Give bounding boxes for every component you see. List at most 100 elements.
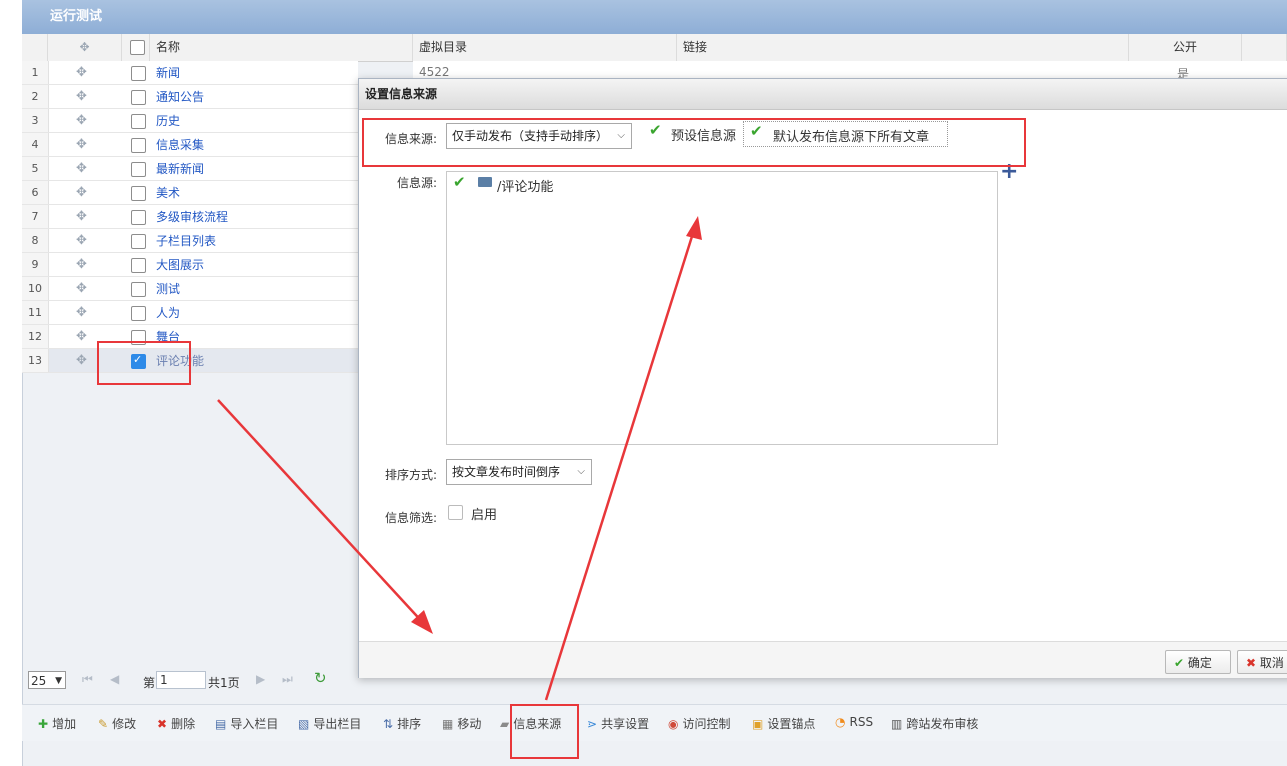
- move-button[interactable]: ▦ 移动: [442, 715, 481, 732]
- column-vdir[interactable]: 虚拟目录: [413, 34, 677, 61]
- delete-icon: ✖: [157, 717, 168, 731]
- rss-icon: ◔: [835, 715, 846, 729]
- dialog-footer: ✔ 确定 ✖ 取消: [359, 641, 1287, 678]
- drag-handle-icon[interactable]: ✥: [76, 353, 87, 368]
- sort-select[interactable]: 按文章发布时间倒序 ⌵: [446, 459, 592, 485]
- row-name-link[interactable]: 通知公告: [156, 85, 204, 109]
- rss-button[interactable]: ◔ RSS: [835, 715, 873, 729]
- table-row[interactable]: 6 ✥ 美术: [22, 181, 358, 205]
- access-control-button[interactable]: ◉ 访问控制: [668, 715, 731, 732]
- add-button[interactable]: ✚ 增加: [38, 715, 76, 732]
- row-name-link[interactable]: 新闻: [156, 61, 180, 85]
- row-name-link[interactable]: 美术: [156, 181, 180, 205]
- row-number: 9: [22, 253, 49, 276]
- drag-handle-icon[interactable]: ✥: [76, 89, 87, 104]
- dialog-title: 设置信息来源: [365, 87, 438, 101]
- sort-label: 排序: [397, 717, 422, 731]
- drag-handle-icon[interactable]: ✥: [76, 113, 87, 128]
- row-name-link[interactable]: 历史: [156, 109, 180, 133]
- row-name-link[interactable]: 人为: [156, 301, 180, 325]
- drag-handle-icon[interactable]: ✥: [76, 161, 87, 176]
- table-row[interactable]: 9 ✥ 大图展示: [22, 253, 358, 277]
- first-page-icon[interactable]: ⏮: [82, 672, 93, 687]
- delete-label: 删除: [171, 717, 196, 731]
- drag-header-icon: ✥: [48, 34, 122, 61]
- tree-item-checkbox[interactable]: ✔: [453, 173, 466, 191]
- drag-handle-icon[interactable]: ✥: [76, 137, 87, 152]
- row-checkbox[interactable]: [131, 186, 146, 201]
- drag-handle-icon[interactable]: ✥: [76, 329, 87, 344]
- row-checkbox[interactable]: [131, 306, 146, 321]
- tree-item-label[interactable]: /评论功能: [497, 176, 553, 195]
- edit-label: 修改: [112, 717, 137, 731]
- prev-page-icon[interactable]: ◀: [110, 672, 119, 686]
- row-name-link[interactable]: 多级审核流程: [156, 205, 228, 229]
- table-row[interactable]: 4 ✥ 信息采集: [22, 133, 358, 157]
- table-row[interactable]: 7 ✥ 多级审核流程: [22, 205, 358, 229]
- table-row[interactable]: 3 ✥ 历史: [22, 109, 358, 133]
- row-checkbox[interactable]: [131, 66, 146, 81]
- source-label: 信息源:: [396, 176, 437, 190]
- row-number: 2: [22, 85, 49, 108]
- column-name[interactable]: 名称: [150, 34, 413, 61]
- row-name-link[interactable]: 最新新闻: [156, 157, 204, 181]
- dialog-title-bar[interactable]: 设置信息来源: [359, 79, 1287, 110]
- row-1-vdir: 4522: [419, 65, 450, 79]
- column-link[interactable]: 链接: [677, 34, 1129, 61]
- drag-handle-icon[interactable]: ✥: [76, 65, 87, 80]
- annotation-box-source-options: [362, 118, 1026, 167]
- page-number-input[interactable]: 1: [156, 671, 206, 689]
- row-checkbox[interactable]: [131, 282, 146, 297]
- table-row[interactable]: 11 ✥ 人为: [22, 301, 358, 325]
- table-row[interactable]: 2 ✥ 通知公告: [22, 85, 358, 109]
- sort-button[interactable]: ⇅ 排序: [383, 715, 421, 732]
- row-checkbox[interactable]: [131, 90, 146, 105]
- delete-button[interactable]: ✖ 删除: [157, 715, 195, 732]
- table-row[interactable]: 5 ✥ 最新新闻: [22, 157, 358, 181]
- drag-handle-icon[interactable]: ✥: [76, 305, 87, 320]
- grid-header: ✥ 名称 虚拟目录 链接 公开: [22, 34, 1287, 62]
- ok-label: 确定: [1187, 656, 1212, 670]
- drag-handle-icon[interactable]: ✥: [76, 209, 87, 224]
- row-name-link[interactable]: 大图展示: [156, 253, 204, 277]
- drag-handle-icon[interactable]: ✥: [76, 185, 87, 200]
- row-checkbox[interactable]: [131, 162, 146, 177]
- page-size-value: 25: [31, 674, 47, 688]
- cancel-button[interactable]: ✖ 取消: [1237, 650, 1287, 674]
- column-extra[interactable]: [1242, 34, 1287, 61]
- drag-handle-icon[interactable]: ✥: [76, 257, 87, 272]
- row-checkbox[interactable]: [131, 234, 146, 249]
- select-all-checkbox[interactable]: [130, 40, 145, 55]
- row-number: 11: [22, 301, 49, 324]
- cross-site-review-button[interactable]: ▥ 跨站发布审核: [891, 715, 978, 732]
- drag-handle-icon[interactable]: ✥: [76, 281, 87, 296]
- table-row[interactable]: 1 ✥ 新闻: [22, 61, 358, 85]
- edit-button[interactable]: ✎ 修改: [98, 715, 136, 732]
- row-number: 10: [22, 277, 49, 300]
- set-anchor-button[interactable]: ▣ 设置锚点: [752, 715, 815, 732]
- refresh-icon[interactable]: ↻: [314, 669, 327, 687]
- table-row[interactable]: 8 ✥ 子栏目列表: [22, 229, 358, 253]
- last-page-icon[interactable]: ⏭: [282, 672, 293, 687]
- table-row[interactable]: 10 ✥ 测试: [22, 277, 358, 301]
- column-public[interactable]: 公开: [1129, 34, 1242, 61]
- drag-handle-icon[interactable]: ✥: [76, 233, 87, 248]
- filter-enable-checkbox[interactable]: [448, 505, 463, 520]
- export-icon: ▧: [298, 717, 310, 731]
- row-name-link[interactable]: 测试: [156, 277, 180, 301]
- export-column-button[interactable]: ▧ 导出栏目: [298, 715, 361, 732]
- row-name-link[interactable]: 子栏目列表: [156, 229, 216, 253]
- row-checkbox[interactable]: [131, 210, 146, 225]
- plus-icon: ✚: [38, 717, 49, 731]
- share-settings-button[interactable]: ⋗ 共享设置: [587, 715, 649, 732]
- row-name-link[interactable]: 信息采集: [156, 133, 204, 157]
- page-size-select[interactable]: 25 ▼: [28, 671, 66, 689]
- select-all-cell: [122, 34, 150, 61]
- import-column-button[interactable]: ▤ 导入栏目: [215, 715, 278, 732]
- row-checkbox[interactable]: [131, 258, 146, 273]
- ok-button[interactable]: ✔ 确定: [1165, 650, 1231, 674]
- info-source-dialog: 设置信息来源 信息来源: 仅手动发布（支持手动排序） ⌵ ✔ 预设信息源 ✔ 默…: [358, 78, 1287, 678]
- row-checkbox[interactable]: [131, 114, 146, 129]
- next-page-icon[interactable]: ▶: [256, 672, 265, 686]
- row-checkbox[interactable]: [131, 138, 146, 153]
